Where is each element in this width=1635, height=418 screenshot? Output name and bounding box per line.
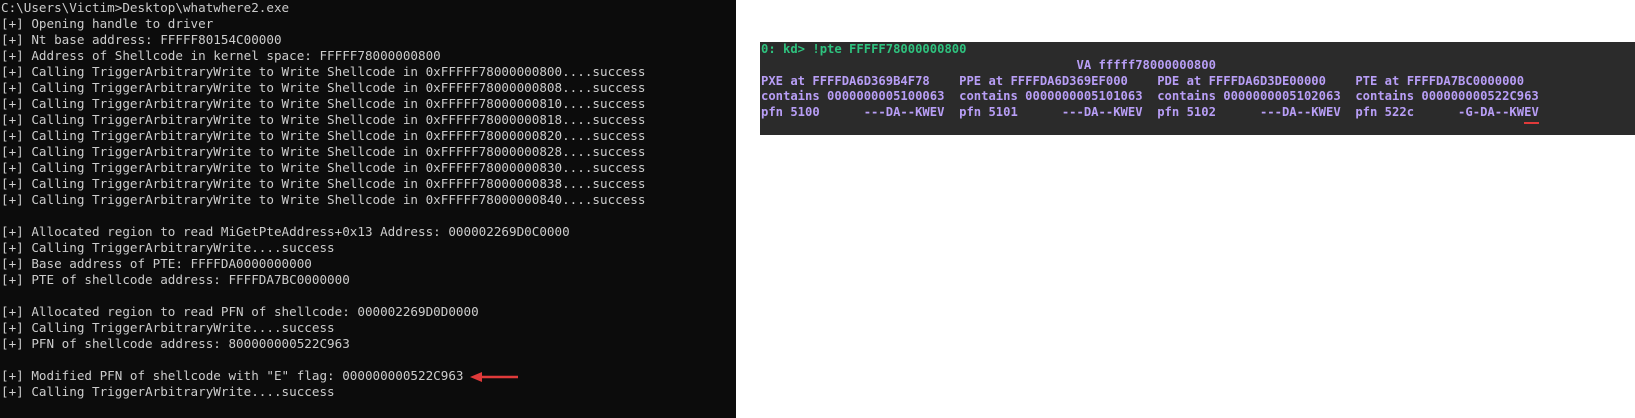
console-line: [+] PFN of shellcode address: 8000000005… bbox=[1, 336, 350, 351]
console-line: [+] Calling TriggerArbitraryWrite....suc… bbox=[1, 320, 335, 335]
console-line: [+] PTE of shellcode address: FFFFDA7BC0… bbox=[1, 272, 350, 287]
console-line: [+] Calling TriggerArbitraryWrite to Wri… bbox=[1, 96, 646, 111]
console-line: C:\Users\Victim>Desktop\whatwhere2.exe bbox=[1, 0, 290, 15]
console-line: [+] Calling TriggerArbitraryWrite to Wri… bbox=[1, 176, 646, 191]
windbg-command-line: 0: kd> !pte FFFFF78000000800 bbox=[760, 42, 1635, 58]
console-line: [+] Calling TriggerArbitraryWrite to Wri… bbox=[1, 192, 646, 207]
console-line: [+] Calling TriggerArbitraryWrite....suc… bbox=[1, 240, 335, 255]
executable-flag-underlined: EV bbox=[1524, 105, 1539, 124]
console-line: [+] Calling TriggerArbitraryWrite to Wri… bbox=[1, 128, 646, 143]
windbg-va-line: VA fffff78000000800 bbox=[761, 57, 1216, 72]
red-arrow-icon bbox=[469, 371, 520, 382]
windbg-command-window: 0: kd> !pte FFFFF78000000800 VA fffff780… bbox=[760, 42, 1635, 135]
console-line: [+] Calling TriggerArbitraryWrite to Wri… bbox=[1, 160, 646, 175]
windbg-at-line: PXE at FFFFDA6D369B4F78 PPE at FFFFDA6D3… bbox=[761, 73, 1525, 88]
console-window: C:\Users\Victim>Desktop\whatwhere2.exe [… bbox=[0, 0, 736, 418]
modified-pfn-text: [+] Modified PFN of shellcode with "E" f… bbox=[1, 368, 464, 383]
windbg-pfn-line: pfn 5100 ---DA--KWEV pfn 5101 ---DA--KWE… bbox=[760, 105, 1635, 124]
console-line: [+] Allocated region to read PFN of shel… bbox=[1, 304, 479, 319]
kd-prompt: 0: kd> bbox=[761, 42, 806, 56]
console-line-modified-pfn: [+] Modified PFN of shellcode with "E" f… bbox=[0, 368, 736, 384]
console-line: [+] Nt base address: FFFFF80154C00000 bbox=[1, 32, 282, 47]
console-line: [+] Calling TriggerArbitraryWrite to Wri… bbox=[1, 144, 646, 159]
console-line: [+] Calling TriggerArbitraryWrite to Wri… bbox=[1, 64, 646, 79]
pte-command: !pte FFFFF78000000800 bbox=[812, 42, 967, 56]
console-line: [+] Allocated region to read MiGetPteAdd… bbox=[1, 224, 570, 239]
console-line: [+] Opening handle to driver bbox=[1, 16, 214, 31]
console-line: [+] Calling TriggerArbitraryWrite to Wri… bbox=[1, 80, 646, 95]
console-line: [+] Calling TriggerArbitraryWrite....suc… bbox=[1, 384, 335, 399]
console-line: [+] Address of Shellcode in kernel space… bbox=[1, 48, 441, 63]
windbg-contains-line: contains 0000000005100063 contains 00000… bbox=[761, 89, 1539, 104]
console-line: [+] Base address of PTE: FFFFDA000000000… bbox=[1, 256, 312, 271]
console-line: [+] Calling TriggerArbitraryWrite to Wri… bbox=[1, 112, 646, 127]
pfn-line-text: pfn 5100 ---DA--KWEV pfn 5101 ---DA--KWE… bbox=[761, 105, 1525, 120]
